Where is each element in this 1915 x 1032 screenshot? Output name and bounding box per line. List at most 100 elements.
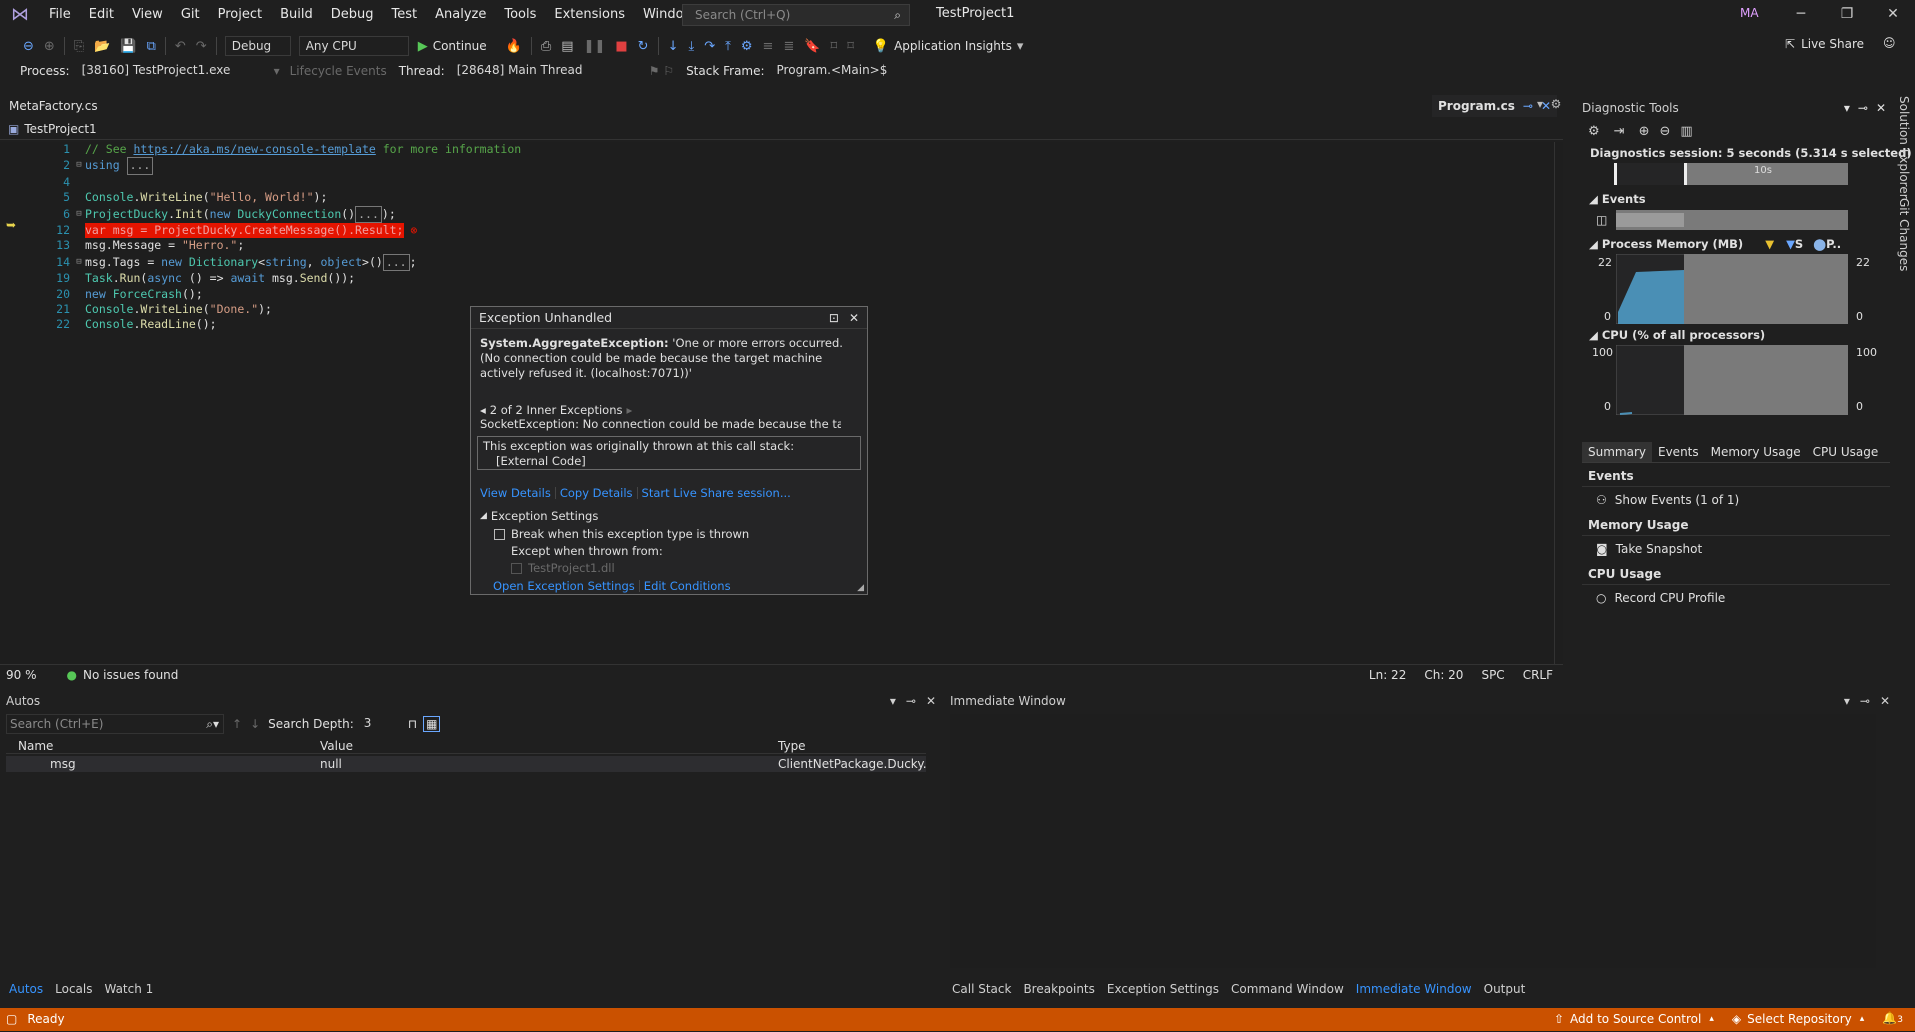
pin-icon[interactable]: ⊸: [1523, 95, 1533, 117]
link-start-live-share-session-[interactable]: Start Live Share session...: [642, 486, 791, 500]
code-line[interactable]: 19 Task. Run(async () => await msg. Send())…: [0, 271, 521, 286]
link-edit-conditions[interactable]: Edit Conditions: [644, 579, 731, 593]
exception-settings-header[interactable]: ◢ Exception Settings: [471, 509, 867, 523]
search-next-icon[interactable]: ↓: [250, 717, 260, 731]
lifecycle-events[interactable]: Lifecycle Events: [290, 64, 387, 78]
stop-icon[interactable]: ■: [615, 39, 627, 54]
resize-grip-icon[interactable]: ◢: [857, 583, 864, 593]
restart-icon[interactable]: ↻: [638, 39, 649, 54]
section-action[interactable]: ⚇ Show Events (1 of 1): [1582, 487, 1890, 515]
tab-command-window[interactable]: Command Window: [1231, 982, 1344, 996]
tab-cpu-usage[interactable]: CPU Usage: [1807, 442, 1885, 462]
diag-icon[interactable]: ⚙: [741, 39, 753, 54]
events-toggle-icon[interactable]: ◫: [1596, 213, 1607, 227]
live-share-button[interactable]: ⇱ Live Share: [1785, 37, 1864, 51]
menu-debug[interactable]: Debug: [322, 0, 383, 29]
git-changes-tab[interactable]: Git Changes: [1897, 198, 1911, 271]
dock-icon[interactable]: ⊡: [829, 311, 839, 325]
menu-extensions[interactable]: Extensions: [545, 0, 634, 29]
minimize-button[interactable]: ─: [1778, 0, 1824, 29]
save-icon[interactable]: 💾: [120, 39, 136, 54]
new-item-icon[interactable]: ⎘: [74, 39, 84, 54]
section-action[interactable]: ○ Record CPU Profile: [1582, 585, 1890, 613]
menu-test[interactable]: Test: [383, 0, 427, 29]
tab-memory-usage[interactable]: Memory Usage: [1705, 442, 1807, 462]
code-line[interactable]: 12 var msg = ProjectDucky.CreateMessage()…: [0, 223, 521, 239]
search-prev-icon[interactable]: ↑: [232, 717, 242, 731]
section-action[interactable]: ◙ Take Snapshot: [1582, 536, 1890, 564]
save-all-icon[interactable]: ⧉: [147, 39, 156, 54]
chevron-right-icon[interactable]: ▸: [626, 403, 632, 417]
hot-reload-icon[interactable]: 🔥: [506, 39, 522, 54]
immediate-pin-icon[interactable]: ⊸: [1860, 690, 1870, 712]
vs-logo-icon[interactable]: ⋈: [0, 4, 40, 25]
fold-icon[interactable]: ⊟: [73, 255, 85, 270]
reset-zoom-icon[interactable]: ▥: [1680, 124, 1692, 139]
notifications-icon[interactable]: 🔔3: [1882, 1007, 1903, 1032]
platform-combo[interactable]: Any CPU: [298, 36, 409, 56]
search-depth-combo[interactable]: 3: [357, 714, 394, 734]
settings-icon[interactable]: ⚙: [1588, 124, 1600, 139]
bookmark-icon[interactable]: 🔖: [804, 39, 820, 54]
tab-overflow-icon[interactable]: ▾ ⚙: [1537, 97, 1561, 111]
code-line[interactable]: 5 Console. WriteLine("Hello, World!");: [0, 190, 521, 205]
menu-tools[interactable]: Tools: [495, 0, 545, 29]
editor-scrollbar[interactable]: [1554, 142, 1563, 664]
code-line[interactable]: 14 ⊟ msg .Tags = new Dictionary < string, obj…: [0, 253, 521, 272]
pin-source-icon[interactable]: ⊓: [408, 717, 417, 731]
restore-button[interactable]: ❐: [1824, 0, 1870, 29]
code-line[interactable]: 1 // See https://aka.ms/new-console-templ…: [0, 142, 521, 157]
close-popup-icon[interactable]: ✕: [849, 311, 859, 325]
browse-icon[interactable]: ⎙: [541, 39, 551, 54]
uncomment-icon[interactable]: ≣: [783, 39, 794, 54]
solution-explorer-tab[interactable]: Solution Explorer: [1897, 96, 1911, 199]
break-checkbox[interactable]: [494, 528, 505, 540]
step-over-icon[interactable]: ↷: [704, 39, 715, 54]
comment-icon[interactable]: ≡: [763, 39, 774, 54]
stack-frame-combo[interactable]: Program.<Main>$: [770, 61, 1009, 81]
back-icon[interactable]: ⊖: [23, 39, 34, 54]
open-icon[interactable]: 📂: [94, 39, 110, 54]
link-copy-details[interactable]: Copy Details: [560, 486, 633, 500]
line-endings[interactable]: CRLF: [1523, 668, 1553, 682]
menu-file[interactable]: File: [40, 0, 80, 29]
autos-pin-icon[interactable]: ⊸: [906, 690, 916, 712]
table-row[interactable]: msg null ClientNetPackage.Ducky...: [6, 756, 926, 772]
autos-close-icon[interactable]: ✕: [926, 690, 936, 712]
menu-build[interactable]: Build: [271, 0, 322, 29]
forward-icon[interactable]: ⊕: [44, 39, 55, 54]
tab-exception-settings[interactable]: Exception Settings: [1107, 982, 1219, 996]
code-line[interactable]: 21 Console. WriteLine("Done.");: [0, 302, 521, 317]
autos-menu-icon[interactable]: ▾: [890, 690, 896, 712]
feedback-icon[interactable]: ☺: [1883, 36, 1896, 50]
zoom-out-icon[interactable]: ⊖: [1659, 124, 1670, 139]
immediate-close-icon[interactable]: ✕: [1880, 690, 1890, 712]
code-line[interactable]: 13 msg .Message = "Herro.";: [0, 238, 521, 253]
code-line[interactable]: 22 Console. ReadLine ();: [0, 317, 521, 332]
tab-output[interactable]: Output: [1484, 982, 1526, 996]
timeline-ruler[interactable]: 10s: [1614, 163, 1848, 185]
bookmark-prev-icon[interactable]: ⌑: [831, 39, 838, 54]
code-line[interactable]: 20 new ForceCrash ();: [0, 287, 521, 302]
inner-exceptions-nav[interactable]: ◂ 2 of 2 Inner Exceptions ▸: [471, 403, 867, 417]
tab-immediate-window[interactable]: Immediate Window: [1356, 982, 1472, 996]
user-avatar[interactable]: MA: [1740, 6, 1759, 20]
tab-metafactory[interactable]: MetaFactory.cs: [9, 95, 98, 117]
whitespace-mode[interactable]: SPC: [1481, 668, 1504, 682]
close-window-button[interactable]: ✕: [1870, 0, 1915, 29]
autos-search-input[interactable]: Search (Ctrl+E) ⌕▾: [6, 714, 224, 734]
tab-breakpoints[interactable]: Breakpoints: [1023, 982, 1094, 996]
menu-git[interactable]: Git: [172, 0, 209, 29]
tab-events[interactable]: Events: [1652, 442, 1705, 462]
project-dropdown[interactable]: TestProject1: [24, 122, 96, 136]
redo-icon[interactable]: ↷: [196, 39, 207, 54]
step-into-icon[interactable]: ⤓: [688, 39, 694, 54]
column-name[interactable]: Name: [6, 739, 308, 753]
tab-locals[interactable]: Locals: [55, 982, 92, 996]
cpu-chart[interactable]: [1616, 345, 1848, 415]
link-view-details[interactable]: View Details: [480, 486, 551, 500]
hex-display-icon[interactable]: ▦: [423, 716, 441, 732]
code-line[interactable]: 6 ⊟ ProjectDucky. Init(new DuckyConnection(…: [0, 205, 521, 224]
menu-project[interactable]: Project: [209, 0, 271, 29]
bookmark-next-icon[interactable]: ⌑: [847, 39, 854, 54]
